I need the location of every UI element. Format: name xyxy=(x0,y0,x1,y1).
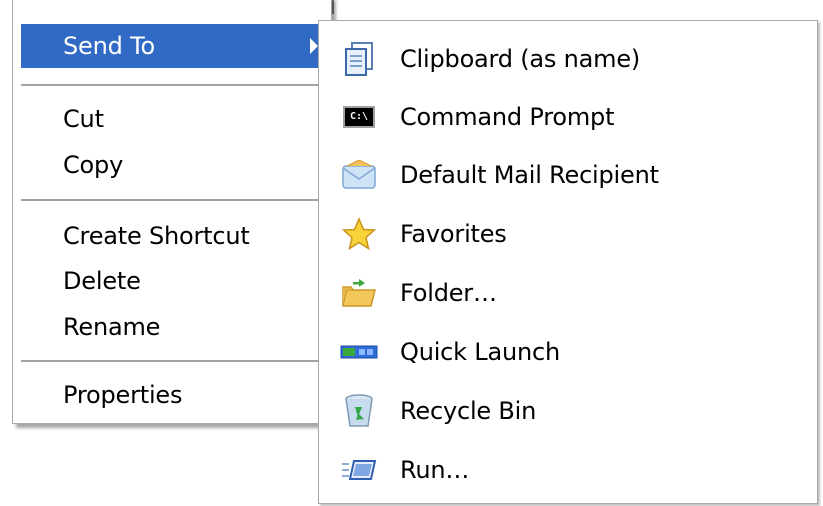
menu-separator xyxy=(21,84,326,86)
context-menu: Send To Cut Copy Create Shortcut Delete … xyxy=(12,0,332,424)
run-icon xyxy=(339,450,379,490)
menu-item-copy[interactable]: Copy xyxy=(13,143,331,187)
menu-item-create-shortcut[interactable]: Create Shortcut xyxy=(13,214,331,258)
sendto-item-quick-launch[interactable]: Quick Launch xyxy=(319,325,817,379)
menu-item-rename[interactable]: Rename xyxy=(13,305,331,349)
sendto-item-label: Default Mail Recipient xyxy=(400,161,659,189)
menu-item-cut[interactable]: Cut xyxy=(13,97,331,141)
mail-envelope-icon xyxy=(339,155,379,195)
command-prompt-icon-text: C:\ xyxy=(343,106,375,128)
sendto-item-label: Clipboard (as name) xyxy=(400,45,641,73)
folder-icon xyxy=(339,273,379,313)
menu-item-send-to[interactable]: Send To xyxy=(21,24,327,68)
quick-launch-icon xyxy=(339,332,379,372)
clipboard-document-icon xyxy=(339,39,379,79)
menu-item-label: Properties xyxy=(63,381,183,409)
recycle-bin-icon xyxy=(339,391,379,431)
menu-separator xyxy=(21,199,326,201)
sendto-item-recycle-bin[interactable]: Recycle Bin xyxy=(319,384,817,438)
menu-item-label: Delete xyxy=(63,267,141,295)
sendto-item-label: Command Prompt xyxy=(400,103,615,131)
sendto-item-label: Folder… xyxy=(400,279,497,307)
menu-separator xyxy=(21,360,326,362)
submenu-arrow-icon xyxy=(310,38,318,54)
menu-item-label: Create Shortcut xyxy=(63,222,250,250)
menu-item-label: Copy xyxy=(63,151,124,179)
sendto-item-label: Quick Launch xyxy=(400,338,560,366)
sendto-item-folder[interactable]: Folder… xyxy=(319,266,817,320)
star-icon xyxy=(339,214,379,254)
sendto-item-label: Recycle Bin xyxy=(400,397,537,425)
sendto-item-run[interactable]: Run… xyxy=(319,443,817,497)
menu-item-label: Send To xyxy=(63,32,155,60)
sendto-item-mail[interactable]: Default Mail Recipient xyxy=(319,148,817,202)
sendto-item-command-prompt[interactable]: C:\ Command Prompt xyxy=(319,90,817,144)
sendto-item-favorites[interactable]: Favorites xyxy=(319,207,817,261)
command-prompt-icon: C:\ xyxy=(339,97,379,137)
menu-item-properties[interactable]: Properties xyxy=(13,373,331,417)
menu-item-delete[interactable]: Delete xyxy=(13,259,331,303)
sendto-item-label: Run… xyxy=(400,456,470,484)
sendto-item-label: Favorites xyxy=(400,220,507,248)
send-to-submenu: Clipboard (as name) C:\ Command Prompt D… xyxy=(318,20,818,504)
sendto-item-clipboard[interactable]: Clipboard (as name) xyxy=(319,32,817,86)
menu-item-label: Cut xyxy=(63,105,104,133)
menu-item-label: Rename xyxy=(63,313,161,341)
